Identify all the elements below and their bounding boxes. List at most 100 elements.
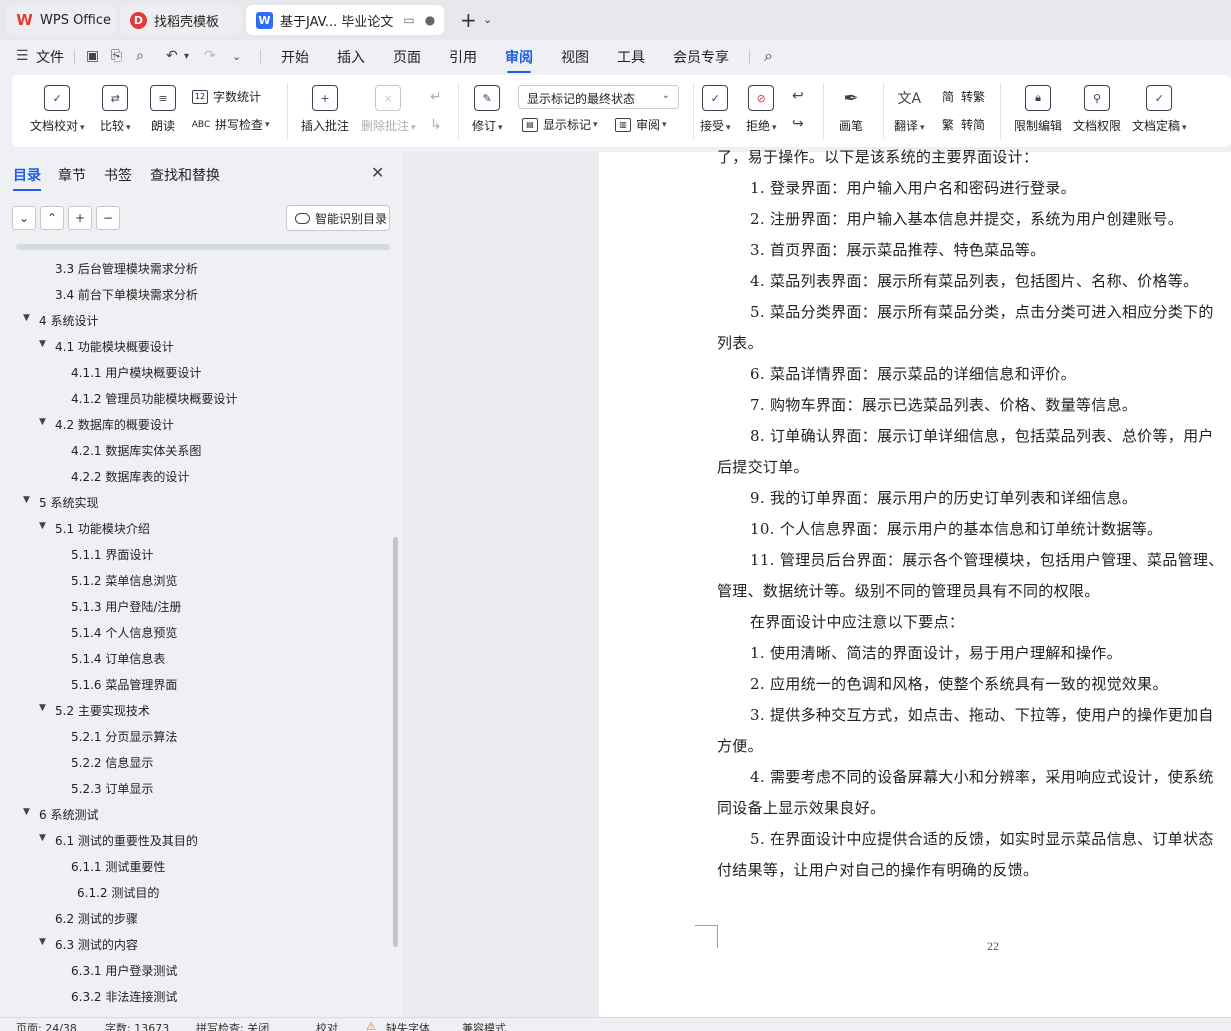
toc-item[interactable]: ▼ 5 系统实现 [23,494,98,511]
toc-item[interactable]: 5.1.1 界面设计 [71,546,153,563]
spell-check-button[interactable]: ABC 拼写检查 ▾ [192,116,270,133]
undo-dropdown-icon[interactable]: ▾ [184,51,189,62]
accept-button[interactable]: ✓ 接受 ▾ [700,85,731,134]
doc-finalize-button[interactable]: ✓ 文档定稿 ▾ [1132,85,1187,134]
toc-item[interactable]: 5.1.3 用户登陆/注册 [71,598,181,615]
quick-access-chevron-icon[interactable]: ⌄ [232,50,241,63]
toc-item[interactable]: ▼ 4 系统设计 [23,312,98,329]
tab-list-chevron-icon[interactable]: ⌄ [483,13,492,26]
expand-up-button[interactable]: ⌃ [40,206,64,230]
toc-item[interactable]: 6.3.1 用户登录测试 [71,962,177,979]
caret-down-icon[interactable]: ▼ [23,313,30,323]
menu-insert[interactable]: 插入 [337,47,365,67]
caret-down-icon[interactable]: ▼ [39,937,46,947]
toc-item[interactable]: 5.1.4 订单信息表 [71,650,165,667]
menu-review[interactable]: 审阅 [505,47,533,73]
tab-status-dot-icon[interactable]: ● [425,13,435,27]
toc-item[interactable]: 5.1.2 菜单信息浏览 [71,572,177,589]
status-word-count[interactable]: 字数: 13673 [105,1020,169,1031]
undo-icon[interactable]: ↶ [166,48,178,64]
menu-page[interactable]: 页面 [393,47,421,67]
collapse-down-button[interactable]: ⌄ [12,206,36,230]
menu-member[interactable]: 会员专享 [673,47,729,67]
panel-tab-bookmarks[interactable]: 书签 [104,165,132,185]
toc-item[interactable]: ▼ 6.1 测试的重要性及其目的 [39,832,198,849]
caret-down-icon[interactable]: ▼ [39,339,46,349]
tab-templates[interactable]: D 找稻壳模板 [120,5,242,35]
remove-heading-button[interactable]: − [96,206,120,230]
panel-tab-find-replace[interactable]: 查找和替换 [150,165,220,185]
menu-file[interactable]: 文件 [36,47,64,67]
review-pane-button[interactable]: ▥ 审阅 ▾ [615,116,667,133]
doc-check-button[interactable]: ✓ 文档校对 ▾ [30,85,85,134]
caret-down-icon[interactable]: ▼ [39,703,46,713]
word-count-button[interactable]: 12 字数统计 [192,88,261,105]
toc-item[interactable]: ▼ 6 系统测试 [23,806,98,823]
caret-down-icon[interactable]: ▼ [23,495,30,505]
tab-wps-office[interactable]: W WPS Office [6,5,116,35]
revise-button[interactable]: ✎ 修订 ▾ [472,85,503,134]
prev-change-icon[interactable]: ↩ [792,88,804,104]
compare-button[interactable]: ⇄ 比较 ▾ [100,85,131,134]
caret-down-icon[interactable]: ▼ [39,833,46,843]
toc-item[interactable]: 6.3.2 非法连接测试 [71,988,177,1005]
next-comment-icon[interactable]: ↳ [430,117,442,133]
toc-item[interactable]: 6.2 测试的步骤 [55,910,138,927]
translate-button[interactable]: 文A 翻译 ▾ [894,85,925,134]
panel-tab-toc[interactable]: 目录 [13,165,41,191]
toc-item[interactable]: 5.1.6 菜品管理界面 [71,676,177,693]
status-proofread[interactable]: 校对 [316,1020,338,1031]
insert-comment-button[interactable]: + 插入批注 [301,85,349,134]
export-icon[interactable]: ⎘ [111,48,122,64]
toc-item[interactable]: 4.2.2 数据库表的设计 [71,468,189,485]
to-traditional-button[interactable]: 简 转繁 [940,88,985,105]
toc-item[interactable]: 5.2.3 订单显示 [71,780,153,797]
markup-state-select[interactable]: 显示标记的最终状态 ⌄ [518,85,679,109]
toc-item[interactable]: ▼ 6.3 测试的内容 [39,936,138,953]
toc-item[interactable]: 4.2.1 数据库实体关系图 [71,442,201,459]
to-simplified-button[interactable]: 繁 转简 [940,116,985,133]
delete-comment-button[interactable]: × 删除批注 ▾ [361,85,416,134]
toc-item[interactable]: ▼ 5.2 主要实现技术 [39,702,150,719]
close-icon[interactable]: ✕ [371,163,384,182]
panel-tab-chapters[interactable]: 章节 [58,165,86,185]
toc-item[interactable]: 3.3 后台管理模块需求分析 [55,260,198,277]
show-markup-button[interactable]: ▤ 显示标记 ▾ [522,116,598,133]
new-tab-plus-icon[interactable]: + [460,8,477,32]
toc-item[interactable]: ▼ 4.2 数据库的概要设计 [39,416,174,433]
reject-button[interactable]: ⊘ 拒绝 ▾ [746,85,777,134]
menu-home[interactable]: 开始 [281,47,309,67]
save-icon[interactable]: ▣ [86,48,99,64]
prev-comment-icon[interactable]: ↵ [430,89,442,105]
read-aloud-button[interactable]: ≡ 朗读 [150,85,176,134]
caret-down-icon[interactable]: ▼ [23,807,30,817]
menu-tools[interactable]: 工具 [617,47,645,67]
toc-item[interactable]: 6.1.2 测试目的 [77,884,159,901]
draw-pen-button[interactable]: ✒ 画笔 [838,85,864,134]
menu-view[interactable]: 视图 [561,47,589,67]
toc-item[interactable]: 5.2.1 分页显示算法 [71,728,177,745]
window-restore-icon[interactable]: ▭ [403,13,414,27]
search-icon[interactable]: ⌕ [764,46,773,66]
tab-document[interactable]: W 基于JAV... 毕业论文 ▭ ● [246,5,444,35]
hamburger-icon[interactable]: ☰ [16,48,29,64]
toc-item[interactable]: 3.4 前台下单模块需求分析 [55,286,198,303]
print-preview-icon[interactable]: ⌕ [136,48,144,64]
caret-down-icon[interactable]: ▼ [39,417,46,427]
toc-item[interactable]: 5.1.4 个人信息预览 [71,624,177,641]
doc-permission-button[interactable]: ⚲ 文档权限 [1073,85,1121,134]
status-missing-font[interactable]: 缺失字体 [386,1020,430,1031]
status-page[interactable]: 页面: 24/38 [16,1020,77,1031]
toc-item[interactable]: 4.1.2 管理员功能模块概要设计 [71,390,237,407]
restrict-edit-button[interactable]: 🔒︎ 限制编辑 [1014,85,1062,134]
toc-item[interactable]: ▼ 5.1 功能模块介绍 [39,520,150,537]
toc-item[interactable]: 4.1.1 用户模块概要设计 [71,364,201,381]
smart-toc-button[interactable]: 智能识别目录 [286,205,390,231]
add-heading-button[interactable]: + [68,206,92,230]
caret-down-icon[interactable]: ▼ [39,521,46,531]
redo-icon[interactable]: ↷ [204,48,216,64]
toc-scrollbar[interactable] [393,537,398,947]
toc-item[interactable]: 6.1.1 测试重要性 [71,858,165,875]
toc-item[interactable]: 5.2.2 信息显示 [71,754,153,771]
toc-item[interactable]: ▼ 4.1 功能模块概要设计 [39,338,174,355]
